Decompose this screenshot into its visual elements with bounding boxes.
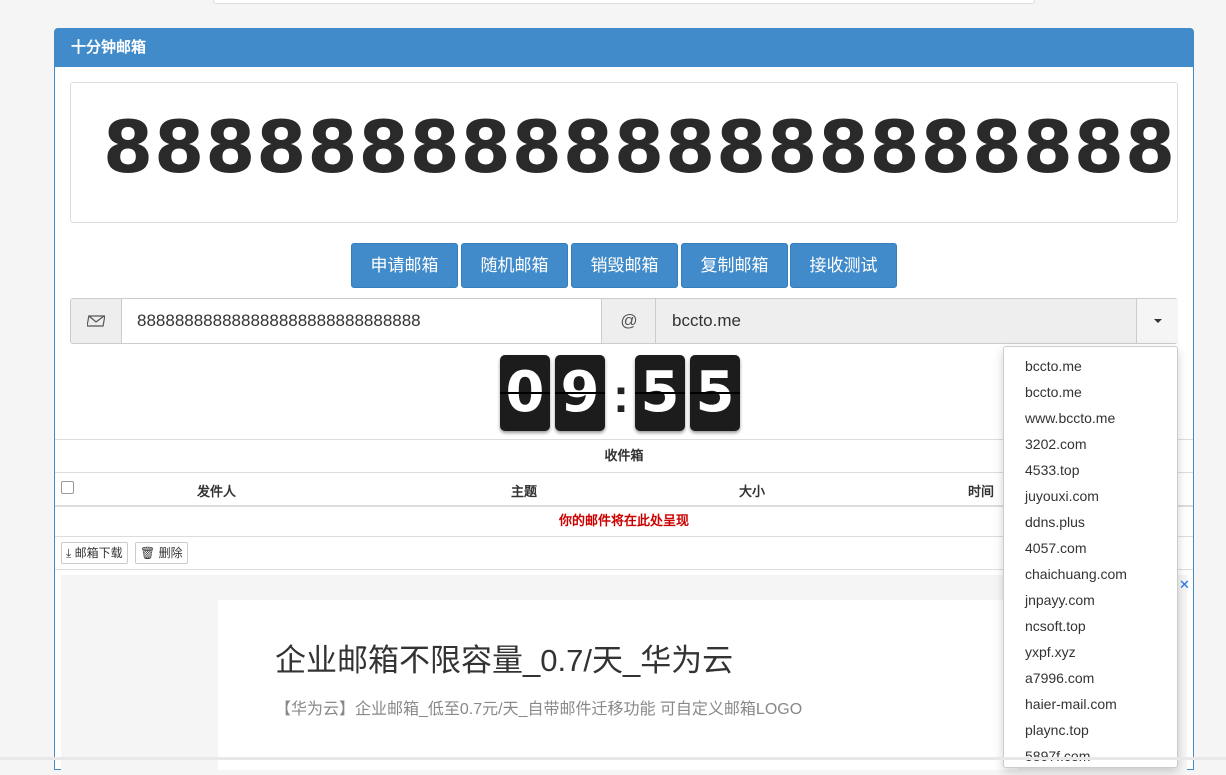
column-sender: 发件人	[197, 484, 237, 499]
receive-test-button[interactable]: 接收测试	[790, 243, 897, 288]
timer-digit: 5	[690, 355, 740, 431]
domain-option[interactable]: bccto.me	[1004, 353, 1177, 379]
delete-button[interactable]: 🗑 删除	[135, 542, 188, 564]
domain-option[interactable]: bccto.me	[1004, 379, 1177, 405]
domain-dropdown: bccto.me bccto.me www.bccto.me 3202.com 4533…	[1003, 346, 1178, 768]
domain-option[interactable]: juyouxi.com	[1004, 483, 1177, 509]
delete-label: 删除	[158, 546, 183, 560]
select-all-checkbox[interactable]	[61, 481, 74, 494]
ad-close-icon[interactable]: ✕	[1179, 577, 1190, 593]
download-icon: ⤓	[66, 546, 72, 560]
download-label: 邮箱下载	[74, 546, 123, 560]
domain-option[interactable]: ddns.plus	[1004, 509, 1177, 535]
timer-separator: :	[613, 370, 629, 423]
username-input[interactable]: 888888888888888888888888888888	[122, 299, 602, 343]
domain-list: bccto.me bccto.me www.bccto.me 3202.com 4533…	[1004, 347, 1177, 767]
domain-option[interactable]: jnpayy.com	[1004, 587, 1177, 613]
domain-option[interactable]: haier-mail.com	[1004, 691, 1177, 717]
domain-option[interactable]: 5897f.com	[1004, 743, 1177, 767]
chevron-down-icon[interactable]	[1136, 299, 1178, 343]
timer-digit: 9	[555, 355, 605, 431]
domain-option[interactable]: 3202.com	[1004, 431, 1177, 457]
random-mailbox-button[interactable]: 随机邮箱	[461, 243, 568, 288]
domain-option[interactable]: yxpf.xyz	[1004, 639, 1177, 665]
email-input-group: 888888888888888888888888888888 @ bccto.m…	[70, 298, 1178, 344]
address-display-text: 888888888888888888888888888888	[103, 105, 1177, 189]
domain-option[interactable]: 4533.top	[1004, 457, 1177, 483]
column-size: 大小	[739, 484, 766, 499]
destroy-mailbox-button[interactable]: 销毁邮箱	[571, 243, 678, 288]
domain-option[interactable]: plaync.top	[1004, 717, 1177, 743]
column-subject: 主题	[511, 484, 538, 499]
apply-mailbox-button[interactable]: 申请邮箱	[351, 243, 458, 288]
domain-option[interactable]: a7996.com	[1004, 665, 1177, 691]
ad-card[interactable]: 企业邮箱不限容量_0.7/天_华为云 【华为云】企业邮箱_低至0.7元/天_自带…	[218, 600, 1018, 770]
column-time: 时间	[968, 484, 995, 499]
ad-title[interactable]: 企业邮箱不限容量_0.7/天_华为云	[275, 635, 733, 680]
domain-select[interactable]: bccto.me	[656, 299, 1136, 343]
trash-icon: 🗑	[140, 546, 156, 560]
envelope-icon	[71, 299, 122, 343]
panel-title: 十分钟邮箱	[55, 29, 1193, 67]
copy-mailbox-button[interactable]: 复制邮箱	[681, 243, 788, 288]
domain-option[interactable]: 4057.com	[1004, 535, 1177, 561]
domain-option[interactable]: www.bccto.me	[1004, 405, 1177, 431]
ad-description: 【华为云】企业邮箱_低至0.7元/天_自带邮件迁移功能 可自定义邮箱LOGO	[275, 701, 803, 718]
timer-digit: 5	[635, 355, 685, 431]
at-sign: @	[603, 299, 656, 343]
domain-option[interactable]: ncsoft.top	[1004, 613, 1177, 639]
download-mailbox-button[interactable]: ⤓ 邮箱下载	[61, 542, 128, 564]
address-display: 888888888888888888888888888888	[70, 82, 1178, 223]
domain-option[interactable]: chaichuang.com	[1004, 561, 1177, 587]
timer-digit: 0	[500, 355, 550, 431]
top-card-edge	[213, 0, 1035, 4]
